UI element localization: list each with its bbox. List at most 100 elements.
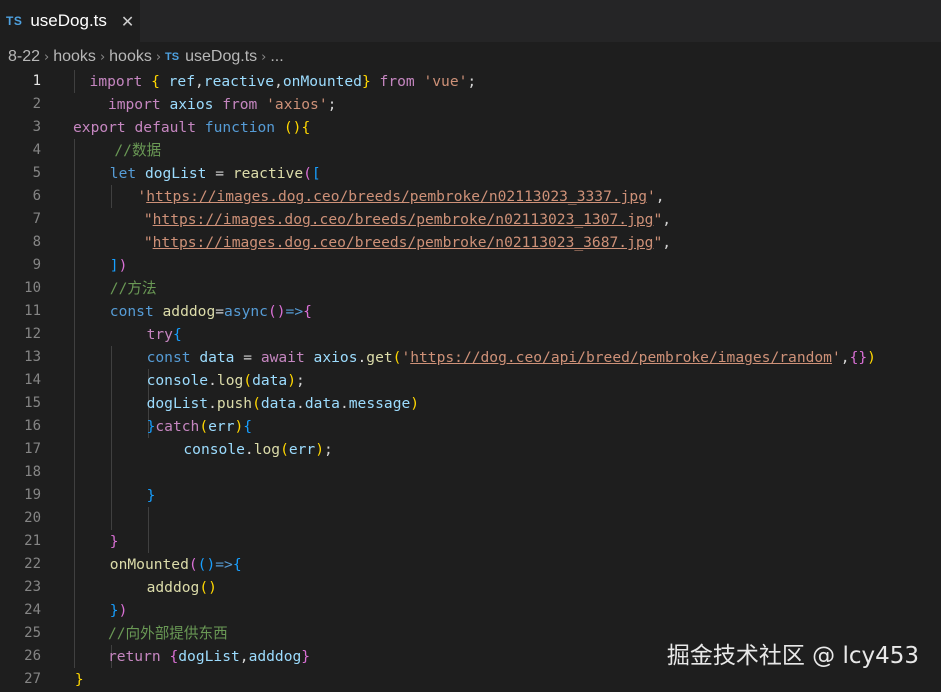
code-text: dogList.push(data.data.message) [147, 392, 419, 415]
code-token: reactive [203, 73, 275, 90]
code-line[interactable]: 5 let dogList = reactive([ [0, 162, 941, 185]
code-text: console.log(err); [183, 438, 332, 461]
code-line[interactable]: 23 adddog() [0, 576, 941, 599]
code-line[interactable]: 11 const adddog=async()=>{ [0, 300, 941, 323]
line-number: 20 [24, 510, 41, 526]
breadcrumb: 8-22 › hooks › hooks › TS useDog.ts › ..… [8, 46, 284, 68]
code-token: . [357, 349, 367, 366]
code-token: ( [303, 165, 312, 182]
code-line[interactable]: 13 const data = await axios.get('https://… [0, 346, 941, 369]
code-token: axios [169, 96, 214, 113]
code-line[interactable]: 4 //数据 [0, 139, 941, 162]
code-token: ' [647, 188, 656, 205]
line-number: 7 [32, 211, 41, 227]
code-text: adddog() [147, 576, 217, 599]
code-token: , [655, 188, 665, 205]
code-token: ) [867, 349, 876, 366]
code-text: } [110, 530, 119, 553]
code-token: { [172, 326, 182, 343]
code-token: " [653, 234, 663, 251]
code-line[interactable]: 9]) [0, 254, 941, 277]
code-token: reactive [232, 165, 304, 182]
code-token: function [204, 119, 284, 136]
code-line[interactable]: 20 [0, 507, 941, 530]
code-token: data [260, 395, 297, 412]
code-line[interactable]: 7 "https://images.dog.ceo/breeds/pembroke… [0, 208, 941, 231]
code-token: adddog [162, 303, 216, 320]
line-number: 4 [32, 142, 41, 158]
code-token: { [151, 73, 169, 90]
code-text: import axios from 'axios'; [108, 93, 336, 116]
code-token: , [239, 648, 249, 665]
code-line[interactable]: 22 onMounted(()=>{ [0, 553, 941, 576]
code-line[interactable]: 6 'https://images.dog.ceo/breeds/pembroke… [0, 185, 941, 208]
line-number: 2 [32, 96, 41, 112]
breadcrumb-item-hooks-inner[interactable]: hooks [109, 48, 152, 66]
code-token: ; [324, 441, 333, 458]
code-text: "https://images.dog.ceo/breeds/pembroke/… [144, 231, 671, 254]
close-icon[interactable]: ✕ [121, 12, 134, 31]
code-line[interactable]: 17 console.log(err); [0, 438, 941, 461]
code-token: . [244, 441, 254, 458]
code-line[interactable]: 1 import { ref,reactive,onMounted} from '… [0, 70, 941, 93]
code-token: const [109, 303, 163, 320]
code-line[interactable]: 27} [0, 668, 941, 691]
code-text: 'https://images.dog.ceo/breeds/pembroke/… [137, 185, 664, 208]
line-number: 22 [24, 556, 41, 572]
code-token: https://images.dog.ceo/breeds/pembroke/n… [146, 188, 647, 205]
code-token: err [288, 441, 316, 458]
code-line[interactable]: 21} [0, 530, 941, 553]
tab-filename: useDog.ts [30, 11, 107, 30]
code-line[interactable]: 18 [0, 461, 941, 484]
code-token: ) [118, 257, 128, 274]
breadcrumb-item-folder[interactable]: 8-22 [8, 48, 40, 66]
code-text: //方法 [110, 277, 157, 300]
code-token: export default [73, 119, 205, 136]
code-line[interactable]: 10 //方法 [0, 277, 941, 300]
breadcrumb-item-symbols[interactable]: ... [270, 48, 283, 66]
code-text: import { ref,reactive,onMounted} from 'v… [90, 70, 477, 93]
code-line[interactable]: 12 try{ [0, 323, 941, 346]
breadcrumb-item-hooks[interactable]: hooks [53, 48, 96, 66]
line-number: 15 [24, 395, 41, 411]
watermark: 掘金技术社区 @ lcy453 [666, 643, 919, 669]
code-token: [ [311, 165, 321, 182]
code-line[interactable]: 19} [0, 484, 941, 507]
code-token: adddog [248, 648, 302, 665]
code-token: , [195, 73, 204, 90]
code-text: const data = await axios.get('https://do… [147, 346, 876, 369]
code-line[interactable]: 15 dogList.push(data.data.message) [0, 392, 941, 415]
line-number: 6 [32, 188, 41, 204]
code-token: try [146, 326, 173, 343]
code-token: const [146, 349, 200, 366]
code-line[interactable]: 16}catch(err){ [0, 415, 941, 438]
code-line[interactable]: 3 export default function (){ [0, 116, 941, 139]
code-line[interactable]: 14 console.log(data); [0, 369, 941, 392]
code-text: }catch(err){ [147, 415, 252, 438]
code-token: from [370, 73, 424, 90]
code-token: () [283, 119, 302, 136]
code-token: 'vue' [423, 73, 468, 90]
code-token: ' [137, 188, 147, 205]
line-number: 25 [24, 625, 41, 641]
code-token: ) [410, 395, 420, 412]
code-token: } [361, 73, 371, 90]
code-token: onMounted [282, 73, 362, 90]
code-token: https://images.dog.ceo/breeds/pembroke/n… [152, 234, 654, 251]
line-number: 11 [24, 303, 41, 319]
code-line[interactable]: 2 import axios from 'axios'; [0, 93, 941, 116]
code-token: } [146, 487, 156, 504]
chevron-right-icon: › [155, 49, 162, 65]
code-token: { [232, 556, 242, 573]
code-line[interactable]: 24}) [0, 599, 941, 622]
code-text: //数据 [114, 139, 161, 162]
code-text: //向外部提供东西 [108, 622, 228, 645]
code-token: ) [315, 441, 325, 458]
breadcrumb-item-file[interactable]: useDog.ts [185, 48, 257, 66]
code-text: }) [110, 599, 128, 622]
code-token: https://images.dog.ceo/breeds/pembroke/n… [152, 211, 654, 228]
code-editor[interactable]: 1 import { ref,reactive,onMounted} from '… [0, 70, 941, 692]
tab-usedog[interactable]: TS useDog.ts ✕ [0, 0, 140, 42]
code-token: ; [327, 96, 337, 113]
code-line[interactable]: 8 "https://images.dog.ceo/breeds/pembroke… [0, 231, 941, 254]
